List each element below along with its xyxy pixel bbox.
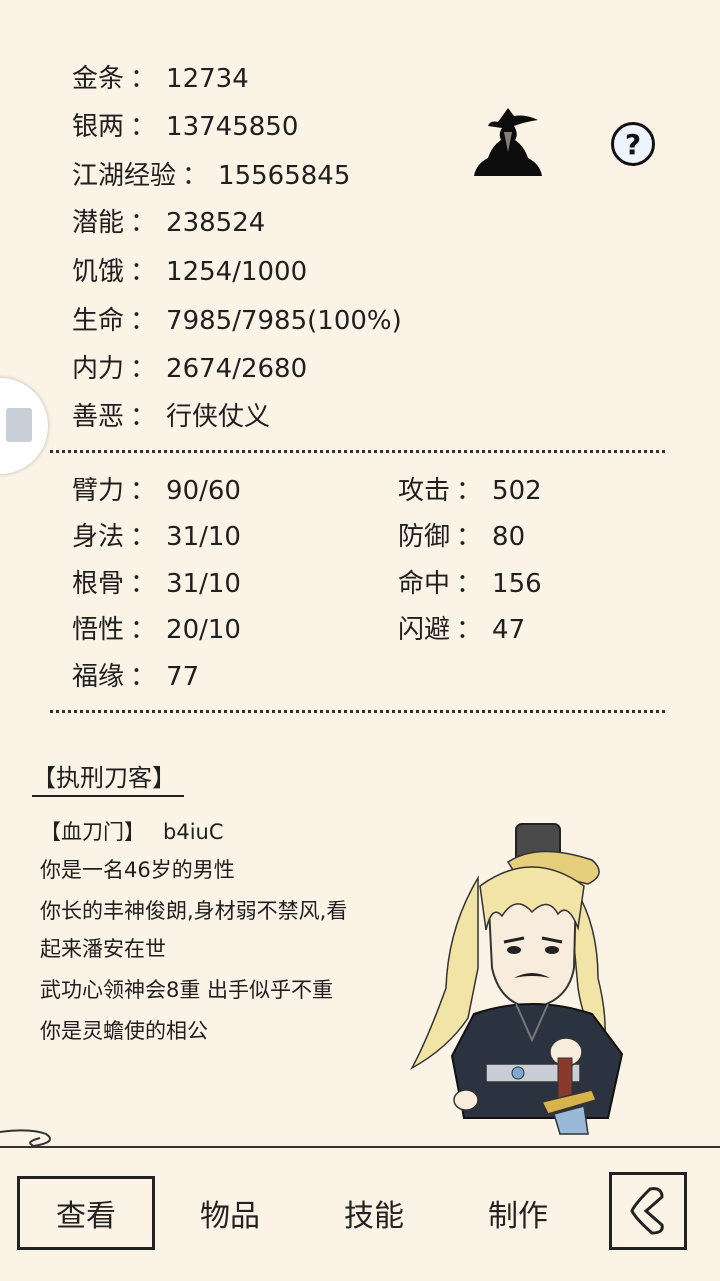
stat-potential: 潜能： 238524 [72,208,266,238]
character-faction-line: 【血刀门】 b4iuC [40,818,224,846]
bio-line: 你长的丰神俊朗,身材弱不禁风,看 [40,899,348,923]
attr-strength: 臂力： 90/60 [72,476,241,506]
divider [50,450,665,453]
character-portrait [410,823,624,1135]
stat-experience: 江湖经验： 15565845 [72,161,351,191]
tab-items[interactable]: 物品 [161,1176,299,1250]
attr-defense: 防御： 80 [398,522,526,552]
bottom-divider [0,1146,720,1148]
stat-inner-power: 内力： 2674/2680 [72,354,308,384]
bio-line: 你是灵蟾使的相公 [40,1019,208,1043]
attr-attack: 攻击： 502 [398,476,542,506]
stat-morality: 善恶：行侠仗义 [72,402,271,432]
side-float-tab[interactable] [0,378,48,474]
stat-hunger: 饥饿： 1254/1000 [72,257,308,287]
character-title: 【执刑刀客】 [32,758,184,797]
meditation-icon[interactable] [468,102,548,186]
divider [50,710,665,713]
character-name: b4iuC [163,820,224,844]
attr-dodge: 闪避： 47 [398,615,526,645]
bio-line: 你是一名46岁的男性 [40,858,235,882]
tab-crafting[interactable]: 制作 [449,1176,587,1250]
tab-view[interactable]: 查看 [17,1176,155,1250]
help-button[interactable]: ? [611,122,655,166]
attr-accuracy: 命中： 156 [398,569,542,599]
attr-constitution: 根骨： 31/10 [72,569,241,599]
back-arrow-icon [630,1187,664,1235]
back-button[interactable] [609,1172,687,1250]
stat-gold: 金条： 12734 [72,64,249,94]
attr-comprehension: 悟性： 20/10 [72,615,241,645]
stat-health: 生命： 7985/7985(100%) [72,306,402,336]
attr-fortune: 福缘： 77 [72,662,200,692]
question-icon: ? [624,127,642,161]
stat-silver: 银两： 13745850 [72,112,299,142]
bio-line: 起来潘安在世 [40,937,166,961]
faction-name: 【血刀门】 [40,820,145,844]
app-icon [6,408,32,442]
bio-line: 武功心领神会8重 出手似乎不重 [40,978,334,1002]
tab-skills[interactable]: 技能 [305,1176,443,1250]
attr-agility: 身法： 31/10 [72,522,241,552]
